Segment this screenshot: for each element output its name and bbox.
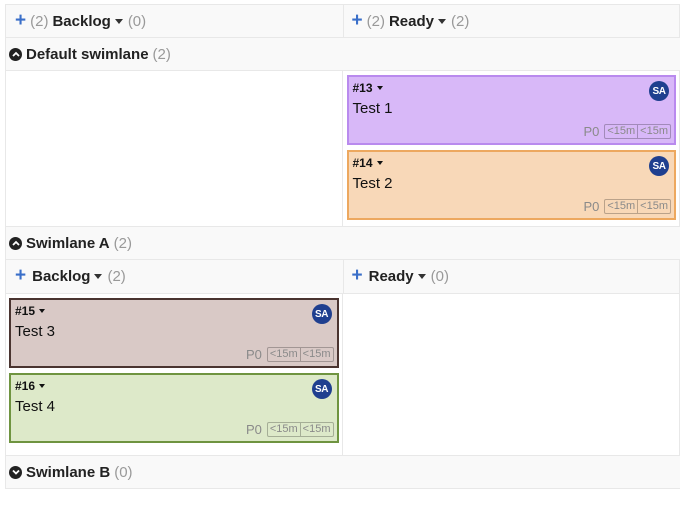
avatar: SA: [649, 156, 669, 176]
task-priority: P0: [583, 124, 600, 139]
task-number[interactable]: #16: [15, 379, 333, 393]
swimlane-body-a: #15 Test 3 SA P0 <15m <15m #16 Test 4 SA …: [5, 294, 680, 456]
task-title[interactable]: Test 2: [353, 175, 671, 192]
task-number[interactable]: #15: [15, 304, 333, 318]
swimlane-count: (2): [152, 45, 171, 63]
time-tracking-badge: <15m <15m: [266, 347, 334, 362]
swimlane-title: Swimlane A: [26, 234, 110, 252]
task-footer: P0 <15m <15m: [583, 124, 671, 139]
avatar: SA: [311, 379, 332, 399]
task-card[interactable]: #14 Test 2 SA P0 <15m <15m: [346, 150, 676, 220]
swimlane-header-default: Default swimlane (2): [5, 38, 680, 71]
swimlane-header-b: Swimlane B (0): [5, 456, 680, 489]
swimlane-title: Swimlane B: [26, 463, 111, 481]
swimlane-header-a: Swimlane A (2): [5, 227, 680, 260]
task-title[interactable]: Test 1: [353, 100, 671, 117]
column-title[interactable]: Ready: [389, 13, 434, 30]
task-card[interactable]: #16 Test 4 SA P0 <15m <15m: [9, 373, 339, 443]
task-card[interactable]: #15 Test 3 SA P0 <15m <15m: [9, 298, 339, 368]
column-cell-ready: [342, 294, 680, 456]
time-spent: <15m: [637, 200, 670, 213]
column-header-backlog: + (2) Backlog (0): [6, 5, 344, 38]
column-cell-backlog: [6, 71, 343, 227]
column-header-backlog: + Backlog (2): [6, 260, 344, 294]
task-footer: P0 <15m <15m: [583, 199, 671, 214]
task-title[interactable]: Test 3: [15, 323, 333, 340]
caret-down-icon[interactable]: [39, 384, 46, 388]
kanban-board: + (2) Backlog (0) + (2) Ready (2) Defaul…: [5, 4, 680, 489]
task-footer: P0 <15m <15m: [246, 422, 334, 437]
time-spent: <15m: [299, 348, 333, 361]
task-title[interactable]: Test 4: [15, 398, 333, 415]
caret-down-icon[interactable]: [114, 18, 123, 24]
swimlane-count: (0): [114, 463, 133, 481]
add-task-icon[interactable]: +: [15, 11, 26, 30]
task-footer: P0 <15m <15m: [246, 347, 334, 362]
time-tracking-badge: <15m <15m: [604, 124, 671, 139]
caret-down-icon[interactable]: [94, 274, 103, 279]
column-header-ready: + Ready (0): [343, 260, 680, 294]
swimlane-count: (2): [113, 234, 132, 252]
column-title[interactable]: Backlog: [52, 13, 110, 30]
column-task-count: (2): [450, 12, 470, 30]
column-header-ready: + (2) Ready (2): [343, 5, 680, 38]
swimlane-title: Default swimlane: [26, 45, 149, 63]
task-priority: P0: [583, 199, 600, 214]
chevron-down-icon[interactable]: [9, 465, 22, 479]
column-cell-backlog: #15 Test 3 SA P0 <15m <15m #16 Test 4 SA …: [6, 294, 343, 456]
task-priority: P0: [245, 422, 262, 437]
add-task-icon[interactable]: +: [352, 11, 363, 30]
caret-down-icon[interactable]: [376, 86, 383, 90]
caret-down-icon[interactable]: [376, 161, 383, 165]
column-task-count: (2): [107, 268, 126, 285]
column-title[interactable]: Ready: [369, 268, 414, 285]
task-card[interactable]: #13 Test 1 SA P0 <15m <15m: [346, 75, 676, 145]
column-title[interactable]: Backlog: [32, 268, 90, 285]
column-task-count: (0): [127, 12, 147, 30]
time-tracking-badge: <15m <15m: [266, 422, 334, 437]
caret-down-icon[interactable]: [417, 274, 426, 279]
time-estimated: <15m: [607, 200, 636, 212]
avatar: SA: [649, 81, 669, 101]
add-task-icon[interactable]: +: [352, 266, 363, 285]
time-spent: <15m: [299, 423, 333, 436]
chevron-up-icon[interactable]: [9, 236, 22, 250]
task-number[interactable]: #13: [353, 81, 671, 95]
time-estimated: <15m: [269, 348, 298, 360]
caret-down-icon[interactable]: [39, 309, 46, 313]
time-estimated: <15m: [269, 423, 298, 435]
task-priority: P0: [245, 347, 262, 362]
column-cell-ready: #13 Test 1 SA P0 <15m <15m #14 Test 2 SA …: [342, 71, 680, 227]
column-header-row: + (2) Backlog (0) + (2) Ready (2): [5, 4, 680, 38]
swimlane-body-default: #13 Test 1 SA P0 <15m <15m #14 Test 2 SA …: [5, 71, 680, 227]
column-task-limit: (2): [30, 12, 49, 30]
time-tracking-badge: <15m <15m: [604, 199, 671, 214]
time-spent: <15m: [637, 125, 670, 138]
chevron-up-icon[interactable]: [9, 47, 22, 61]
avatar: SA: [311, 304, 332, 324]
swimlane-column-header-row: + Backlog (2) + Ready (0): [5, 260, 680, 294]
caret-down-icon[interactable]: [437, 18, 446, 24]
task-number[interactable]: #14: [353, 156, 671, 170]
column-task-limit: (2): [366, 12, 385, 30]
add-task-icon[interactable]: +: [15, 266, 26, 285]
column-task-count: (0): [430, 268, 449, 285]
time-estimated: <15m: [607, 125, 636, 137]
